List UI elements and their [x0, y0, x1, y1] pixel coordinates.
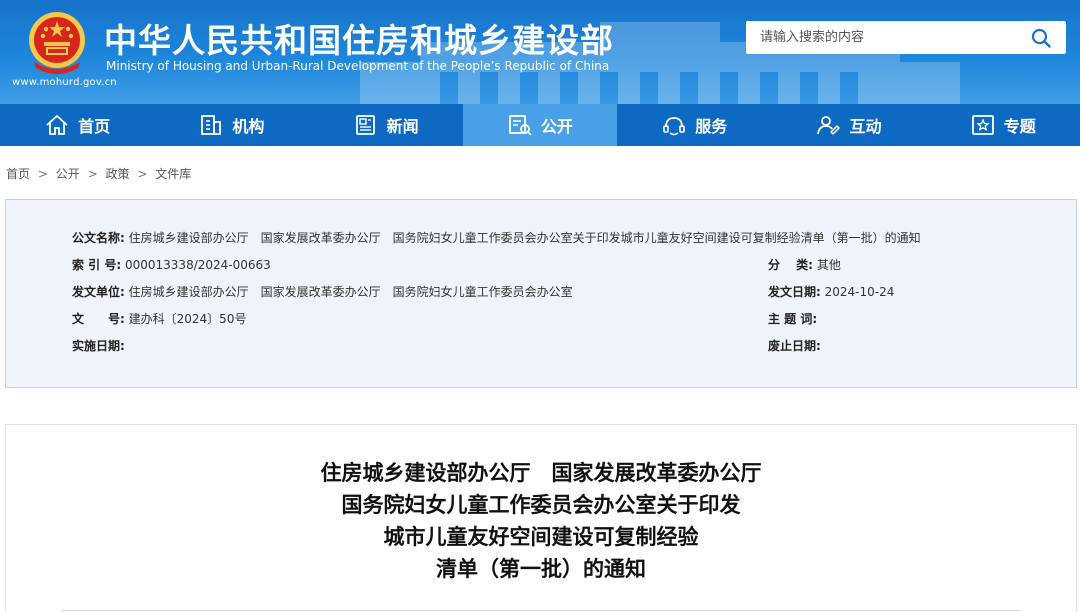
special-topic-icon — [971, 115, 994, 135]
meta-label: 发文单位: — [72, 285, 125, 299]
meta-label: 公文名称: — [72, 231, 125, 245]
nav-item-disclosure[interactable]: 公开 — [462, 104, 618, 146]
home-icon — [46, 114, 68, 135]
breadcrumb: 首页 > 公开 > 政策 > 文件库 — [6, 165, 606, 182]
document-title-line: 国务院妇女儿童工作委员会办公室关于印发 — [341, 493, 741, 517]
site-title-chinese[interactable]: 中华人民共和国住房和城乡建设部 — [104, 14, 624, 62]
nav-item-interaction[interactable]: 互动 — [771, 104, 925, 146]
document-title-line: 清单（第一批）的通知 — [436, 557, 646, 581]
meta-value: 住房城乡建设部办公厅 国家发展改革委办公厅 国务院妇女儿童工作委员会办公室关于印… — [128, 231, 921, 245]
nav-item-news[interactable]: 新闻 — [309, 104, 463, 146]
meta-label: 发文日期: — [768, 285, 821, 299]
meta-value: 其他 — [816, 258, 841, 272]
meta-doc-name: 公文名称: 住房城乡建设部办公厅 国家发展改革委办公厅 国务院妇女儿童工作委员会… — [72, 229, 921, 247]
document-title-line: 城市儿童友好空间建设可复制经验 — [383, 525, 699, 549]
nav-label: 首页 — [78, 117, 111, 136]
meta-expiry-date: 废止日期: — [768, 337, 821, 355]
nav-label: 服务 — [695, 117, 728, 136]
nav-label: 互动 — [849, 117, 882, 136]
divider — [61, 610, 1021, 611]
nav-item-home[interactable]: 首页 — [0, 104, 154, 146]
news-icon — [355, 115, 375, 135]
meta-issuer: 发文单位: 住房城乡建设部办公厅 国家发展改革委办公厅 国务院妇女儿童工作委员会… — [72, 283, 573, 301]
breadcrumb-file-library[interactable]: 文件库 — [155, 167, 191, 181]
nav-item-special-topic[interactable]: 专题 — [926, 104, 1080, 146]
meta-issue-date: 发文日期: 2024-10-24 — [768, 283, 894, 301]
nav-label: 机构 — [232, 117, 265, 136]
meta-category: 分 类: 其他 — [768, 256, 841, 274]
document-title: 住房城乡建设部办公厅 国家发展改革委办公厅 国务院妇女儿童工作委员会办公室关于印… — [66, 457, 1016, 585]
meta-label: 索 引 号: — [72, 258, 122, 272]
nav-label: 新闻 — [386, 117, 419, 136]
meta-index-number: 索 引 号: 000013338/2024-00663 — [72, 256, 271, 274]
meta-document-number: 文 号: 建办科〔2024〕50号 — [72, 310, 246, 328]
nav-label: 专题 — [1003, 117, 1036, 136]
breadcrumb-separator: > — [137, 167, 148, 181]
meta-label: 实施日期: — [72, 339, 125, 353]
breadcrumb-home[interactable]: 首页 — [6, 167, 30, 181]
meta-label: 分 类: — [768, 258, 813, 272]
meta-label: 文 号: — [72, 312, 125, 326]
disclosure-icon — [509, 115, 532, 136]
main-nav: 首页 机构 新闻 公开 服务 互动 专题 — [0, 104, 1080, 146]
site-url[interactable]: www.mohurd.gov.cn — [12, 77, 122, 88]
document-title-line: 住房城乡建设部办公厅 国家发展改革委办公厅 — [320, 461, 762, 485]
nav-item-service[interactable]: 服务 — [617, 104, 771, 146]
interaction-icon — [817, 116, 841, 136]
meta-effective-date: 实施日期: — [72, 337, 125, 355]
meta-value: 住房城乡建设部办公厅 国家发展改革委办公厅 国务院妇女儿童工作委员会办公室 — [128, 285, 573, 299]
document-content-panel: 住房城乡建设部办公厅 国家发展改革委办公厅 国务院妇女儿童工作委员会办公室关于印… — [5, 424, 1077, 612]
document-metadata-panel: 公文名称: 住房城乡建设部办公厅 国家发展改革委办公厅 国务院妇女儿童工作委员会… — [5, 199, 1077, 388]
breadcrumb-policy[interactable]: 政策 — [105, 167, 129, 181]
nav-label: 公开 — [540, 117, 573, 136]
breadcrumb-separator: > — [37, 167, 48, 181]
nav-item-organization[interactable]: 机构 — [154, 104, 308, 146]
search-icon[interactable] — [1030, 27, 1052, 49]
breadcrumb-separator: > — [87, 167, 98, 181]
site-header: www.mohurd.gov.cn 中华人民共和国住房和城乡建设部 Minist… — [0, 0, 1080, 104]
meta-label: 废止日期: — [768, 339, 821, 353]
building-icon — [201, 115, 222, 135]
meta-label: 主 题 词: — [768, 312, 818, 326]
meta-keywords: 主 题 词: — [768, 310, 817, 328]
service-icon — [663, 117, 685, 136]
site-title-english: Ministry of Housing and Urban-Rural Deve… — [106, 59, 610, 73]
meta-value: 000013338/2024-00663 — [124, 258, 271, 272]
breadcrumb-disclosure[interactable]: 公开 — [56, 167, 80, 181]
search-input[interactable] — [746, 21, 1066, 54]
national-emblem-icon — [29, 12, 85, 74]
meta-value: 2024-10-24 — [824, 285, 895, 299]
meta-value: 建办科〔2024〕50号 — [128, 312, 247, 326]
